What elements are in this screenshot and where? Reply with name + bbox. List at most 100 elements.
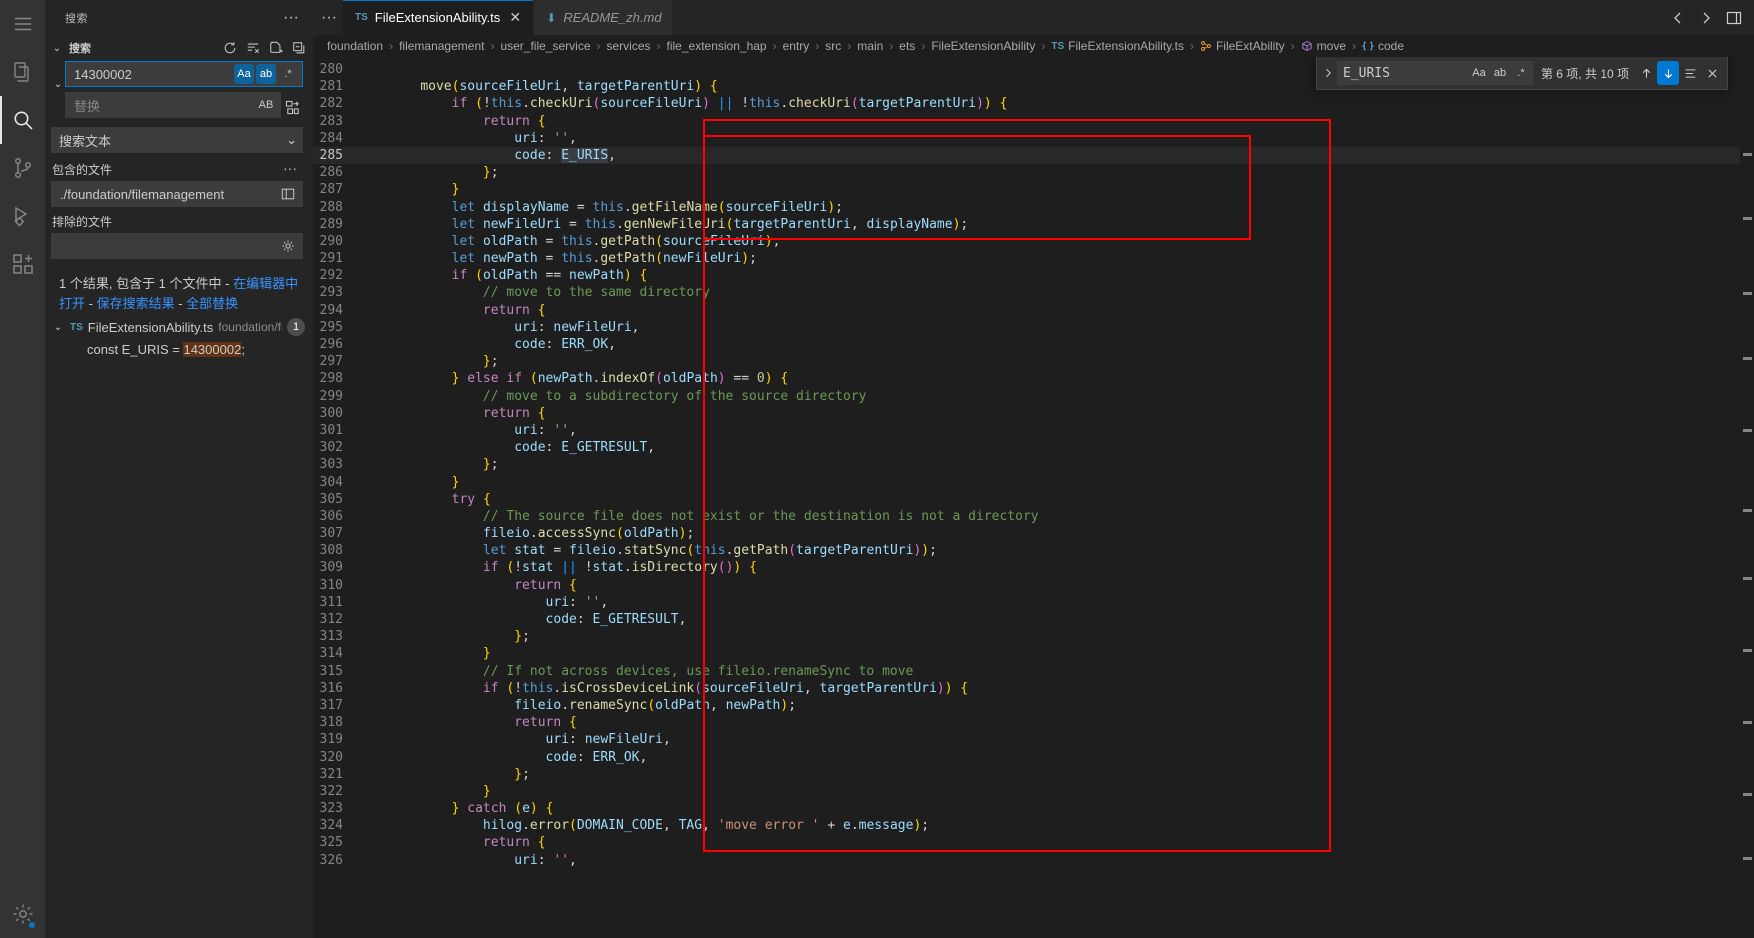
preserve-case-icon[interactable]: AB	[256, 95, 276, 115]
code-line[interactable]: 290 let oldPath = this.getPath(sourceFil…	[313, 233, 1754, 250]
code-line[interactable]: 298 } else if (newPath.indexOf(oldPath) …	[313, 370, 1754, 387]
files-to-exclude-input[interactable]	[51, 233, 303, 259]
breadcrumb-item-entry[interactable]: entry	[783, 39, 810, 53]
chevron-down-icon[interactable]: ⌄	[286, 132, 297, 148]
search-result-file-row[interactable]: ⌄ TS FileExtensionAbility.ts foundation/…	[45, 316, 313, 338]
breadcrumb-item-services[interactable]: services	[607, 39, 651, 53]
code-line[interactable]: 293 // move to the same directory	[313, 284, 1754, 301]
breadcrumb-item-filemanagement[interactable]: filemanagement	[399, 39, 484, 53]
code-line[interactable]: 287 }	[313, 181, 1754, 198]
code-line[interactable]: 295 uri: newFileUri,	[313, 319, 1754, 336]
find-input[interactable]: E_URIS Aa ab .*	[1336, 61, 1533, 85]
find-in-selection-icon[interactable]	[1679, 61, 1701, 85]
code-line[interactable]: 294 return {	[313, 302, 1754, 319]
sidebar-more-actions[interactable]: ···	[277, 9, 305, 25]
tab-readme-zh[interactable]: ⬇ README_zh.md	[534, 0, 673, 35]
code-line[interactable]: 316 if (!this.isCrossDeviceLink(sourceFi…	[313, 680, 1754, 697]
search-icon[interactable]	[0, 96, 45, 144]
code-line[interactable]: 320 code: ERR_OK,	[313, 749, 1754, 766]
code-line[interactable]: 324 hilog.error(DOMAIN_CODE, TAG, 'move …	[313, 817, 1754, 834]
code-line[interactable]: 296 code: ERR_OK,	[313, 336, 1754, 353]
match-case-icon[interactable]: Aa	[1469, 63, 1489, 83]
toggle-replace-icon[interactable]: ⌄	[51, 61, 65, 90]
code-line[interactable]: 326 uri: '',	[313, 852, 1754, 869]
use-regex-icon[interactable]: .*	[1511, 63, 1531, 83]
files-to-include-input[interactable]: ./foundation/filemanagement	[51, 181, 303, 207]
code-line[interactable]: 285 code: E_URIS,	[313, 146, 1754, 165]
code-editor[interactable]: 280 281 move(sourceFileUri, targetParentU…	[313, 57, 1754, 938]
code-line[interactable]: 308 let stat = fileio.statSync(this.getP…	[313, 542, 1754, 559]
match-whole-word-icon[interactable]: ab	[256, 64, 276, 84]
code-line[interactable]: 282 if (!this.checkUri(sourceFileUri) ||…	[313, 95, 1754, 112]
explorer-icon[interactable]	[0, 48, 45, 96]
extensions-icon[interactable]	[0, 240, 45, 288]
breadcrumb-item-src[interactable]: src	[825, 39, 841, 53]
customize-layout-icon[interactable]	[1726, 10, 1742, 26]
match-whole-word-icon[interactable]: ab	[1490, 63, 1510, 83]
code-line[interactable]: 311 uri: '',	[313, 594, 1754, 611]
code-line[interactable]: 310 return {	[313, 577, 1754, 594]
replace-input[interactable]: 替换 AB	[65, 92, 281, 118]
arrow-up-icon[interactable]	[1635, 61, 1657, 85]
code-line[interactable]: 321 };	[313, 766, 1754, 783]
chevron-down-icon[interactable]: ⌄	[49, 43, 65, 54]
breadcrumb-item-file-ext-ability[interactable]: FileExtAbility	[1216, 39, 1285, 53]
code-line[interactable]: 319 uri: newFileUri,	[313, 731, 1754, 748]
code-line[interactable]: 322 }	[313, 783, 1754, 800]
code-line[interactable]: 292 if (oldPath == newPath) {	[313, 267, 1754, 284]
code-line[interactable]: 300 return {	[313, 405, 1754, 422]
breadcrumb-item-foundation[interactable]: foundation	[327, 39, 383, 53]
chevron-down-icon[interactable]: ⌄	[51, 322, 65, 333]
code-line[interactable]: 303 };	[313, 456, 1754, 473]
source-control-icon[interactable]	[0, 144, 45, 192]
manage-gear-icon[interactable]	[0, 890, 45, 938]
code-line[interactable]: 301 uri: '',	[313, 422, 1754, 439]
close-icon[interactable]	[1701, 61, 1723, 85]
tab-file-extension-ability[interactable]: TS FileExtensionAbility.ts ✕	[342, 0, 535, 35]
breadcrumb-item-move[interactable]: move	[1317, 39, 1346, 53]
code-line[interactable]: 286 };	[313, 164, 1754, 181]
save-search-results-link[interactable]: 保存搜索结果	[97, 296, 175, 311]
search-input[interactable]: 14300002 Aa ab .*	[65, 61, 303, 87]
close-icon[interactable]: ✕	[507, 9, 523, 26]
forward-arrow-icon[interactable]	[1698, 10, 1714, 26]
refresh-icon[interactable]	[222, 40, 238, 56]
search-input-value[interactable]: 14300002	[74, 67, 234, 82]
code-line[interactable]: 284 uri: '',	[313, 130, 1754, 147]
code-line[interactable]: 318 return {	[313, 714, 1754, 731]
search-result-match-row[interactable]: const E_URIS = 14300002;	[45, 338, 313, 360]
arrow-down-icon[interactable]	[1657, 61, 1679, 85]
code-line[interactable]: 305 try {	[313, 491, 1754, 508]
code-line[interactable]: 325 return {	[313, 834, 1754, 851]
code-line[interactable]: 307 fileio.accessSync(oldPath);	[313, 525, 1754, 542]
files-to-include-value[interactable]: ./foundation/filemanagement	[60, 187, 278, 202]
code-line[interactable]: 306 // The source file does not exist or…	[313, 508, 1754, 525]
code-line[interactable]: 313 };	[313, 628, 1754, 645]
code-line[interactable]: 299 // move to a subdirectory of the sou…	[313, 388, 1754, 405]
code-line[interactable]: 314 }	[313, 645, 1754, 662]
replace-all-button[interactable]	[281, 97, 303, 119]
open-files-icon[interactable]	[278, 184, 298, 204]
code-line[interactable]: 291 let newPath = this.getPath(newFileUr…	[313, 250, 1754, 267]
code-line[interactable]: 283 return {	[313, 113, 1754, 130]
code-line[interactable]: 317 fileio.renameSync(oldPath, newPath);	[313, 697, 1754, 714]
search-section-header[interactable]: ⌄ 搜索	[45, 35, 313, 61]
code-line[interactable]: 304 }	[313, 474, 1754, 491]
files-to-include-more[interactable]: ···	[277, 161, 303, 175]
breadcrumb-item-code[interactable]: code	[1378, 39, 1404, 53]
breadcrumb-item-user-file-service[interactable]: user_file_service	[500, 39, 590, 53]
code-line[interactable]: 288 let displayName = this.getFileName(s…	[313, 199, 1754, 216]
search-mode-select[interactable]: 搜索文本 ⌄	[51, 127, 303, 153]
code-line[interactable]: 312 code: E_GETRESULT,	[313, 611, 1754, 628]
breadcrumb-item-ets[interactable]: ets	[899, 39, 915, 53]
breadcrumb-item-file-extension-ability-dir[interactable]: FileExtensionAbility	[931, 39, 1035, 53]
overview-ruler[interactable]	[1740, 57, 1754, 938]
menu-icon[interactable]	[0, 0, 45, 48]
code-line[interactable]: 323 } catch (e) {	[313, 800, 1754, 817]
breadcrumb-item-file-extension-hap[interactable]: file_extension_hap	[667, 39, 767, 53]
replace-all-link[interactable]: 全部替换	[186, 296, 238, 311]
clear-results-icon[interactable]	[245, 40, 261, 56]
replace-input-value[interactable]: 替换	[74, 96, 256, 115]
use-exclude-settings-icon[interactable]	[278, 236, 298, 256]
run-debug-icon[interactable]	[0, 192, 45, 240]
